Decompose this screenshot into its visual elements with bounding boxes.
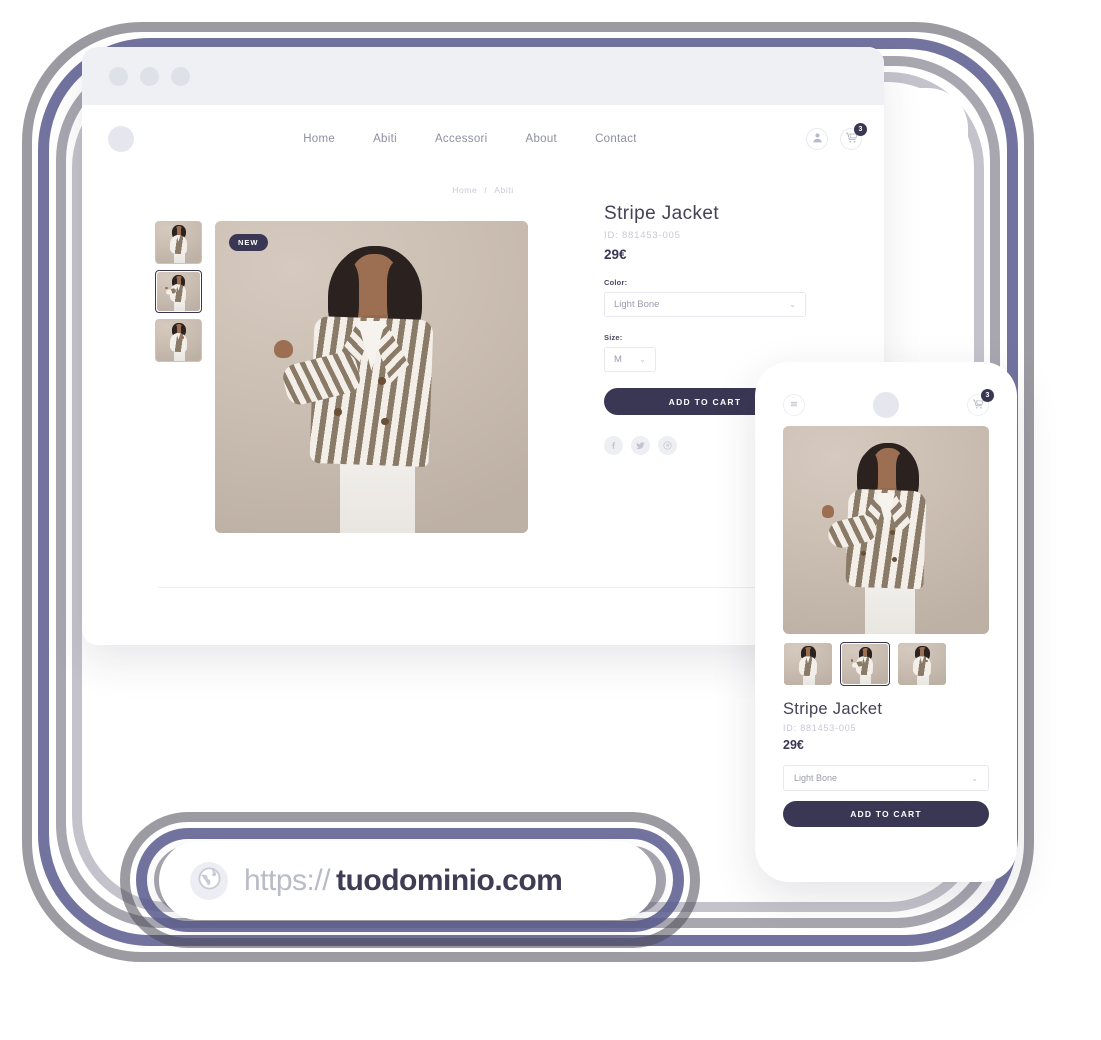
share-facebook-button[interactable] bbox=[604, 436, 623, 455]
phone-header: 3 bbox=[783, 388, 994, 422]
browser-titlebar bbox=[82, 47, 884, 105]
phone-cart-count-badge: 3 bbox=[981, 389, 994, 402]
phone-color-select-value: Light Bone bbox=[794, 773, 838, 783]
chevron-down-icon: ⌄ bbox=[639, 355, 646, 364]
phone-mockup: 3 Stripe Jacket ID: 881453-005 29€ Light… bbox=[755, 362, 1017, 882]
thumbnail-2[interactable] bbox=[840, 642, 890, 686]
facebook-icon bbox=[609, 437, 618, 455]
nav-item-contact[interactable]: Contact bbox=[595, 133, 637, 145]
size-label: Size: bbox=[604, 333, 623, 342]
thumbnail-3[interactable] bbox=[155, 319, 202, 362]
color-select-value: Light Bone bbox=[614, 299, 660, 310]
account-button[interactable] bbox=[806, 128, 828, 150]
product-price: 29€ bbox=[604, 247, 627, 262]
product-hero-image[interactable]: NEW bbox=[215, 221, 528, 533]
traffic-light-close-icon[interactable] bbox=[109, 66, 128, 86]
phone-site-logo[interactable] bbox=[873, 392, 899, 418]
breadcrumb-home[interactable]: Home bbox=[452, 185, 477, 195]
breadcrumb: Home / Abiti bbox=[82, 185, 884, 195]
nav-item-home[interactable]: Home bbox=[303, 133, 335, 145]
nav-item-abiti[interactable]: Abiti bbox=[373, 133, 397, 145]
phone-hero-image[interactable] bbox=[783, 426, 989, 634]
menu-button[interactable] bbox=[783, 394, 805, 416]
url-text: https://tuodominio.com bbox=[244, 863, 563, 898]
share-twitter-button[interactable] bbox=[631, 436, 650, 455]
thumbnail-3[interactable] bbox=[897, 642, 947, 686]
phone-screen: 3 Stripe Jacket ID: 881453-005 29€ Light… bbox=[769, 376, 1003, 868]
model-photo bbox=[783, 426, 989, 634]
phone-thumbnail-list bbox=[783, 642, 989, 686]
nav-item-accessori[interactable]: Accessori bbox=[435, 133, 488, 145]
product-title: Stripe Jacket bbox=[604, 203, 720, 224]
globe-icon bbox=[196, 865, 223, 897]
thumbnail-1[interactable] bbox=[783, 642, 833, 686]
twitter-icon bbox=[636, 437, 645, 455]
cart-button[interactable]: 3 bbox=[840, 123, 867, 150]
url-domain: tuodominio.com bbox=[336, 863, 563, 897]
phone-add-to-cart-button[interactable]: ADD TO CART bbox=[783, 801, 989, 827]
phone-product-title: Stripe Jacket bbox=[783, 700, 883, 718]
url-protocol: https:// bbox=[244, 863, 331, 897]
globe-icon-wrapper bbox=[190, 861, 228, 900]
thumbnail-list bbox=[155, 221, 202, 533]
traffic-light-minimize-icon[interactable] bbox=[140, 66, 159, 86]
phone-product-id: ID: 881453-005 bbox=[783, 723, 857, 733]
breadcrumb-current: Abiti bbox=[494, 185, 514, 195]
screenshot-stage: Home Abiti Accessori About Contact 3 Hom… bbox=[0, 0, 1101, 1040]
section-divider bbox=[158, 587, 818, 588]
site-header: Home Abiti Accessori About Contact 3 bbox=[82, 105, 884, 173]
header-actions: 3 bbox=[806, 123, 867, 150]
cart-count-badge: 3 bbox=[854, 123, 867, 136]
product-id: ID: 881453-005 bbox=[604, 230, 681, 241]
chevron-down-icon: ⌄ bbox=[971, 773, 978, 783]
main-navigation: Home Abiti Accessori About Contact bbox=[134, 133, 806, 145]
chevron-down-icon: ⌄ bbox=[789, 300, 796, 309]
phone-product-price: 29€ bbox=[783, 738, 804, 752]
user-icon bbox=[812, 130, 823, 148]
pinterest-icon bbox=[663, 437, 672, 455]
color-label: Color: bbox=[604, 278, 628, 287]
site-logo[interactable] bbox=[108, 126, 134, 152]
domain-url-pill[interactable]: https://tuodominio.com bbox=[159, 841, 656, 920]
size-select[interactable]: M ⌄ bbox=[604, 347, 656, 372]
color-select[interactable]: Light Bone ⌄ bbox=[604, 292, 806, 317]
phone-color-select[interactable]: Light Bone ⌄ bbox=[783, 765, 989, 791]
nav-item-about[interactable]: About bbox=[526, 133, 558, 145]
hamburger-menu-icon bbox=[789, 396, 799, 414]
thumbnail-2[interactable] bbox=[155, 270, 202, 313]
traffic-light-maximize-icon[interactable] bbox=[171, 66, 190, 86]
new-badge: NEW bbox=[229, 234, 268, 251]
phone-cart-button[interactable]: 3 bbox=[967, 389, 994, 416]
share-pinterest-button[interactable] bbox=[658, 436, 677, 455]
breadcrumb-separator: / bbox=[484, 185, 488, 195]
size-select-value: M bbox=[614, 354, 622, 365]
model-photo bbox=[215, 221, 528, 533]
product-gallery: NEW bbox=[82, 195, 528, 533]
thumbnail-1[interactable] bbox=[155, 221, 202, 264]
